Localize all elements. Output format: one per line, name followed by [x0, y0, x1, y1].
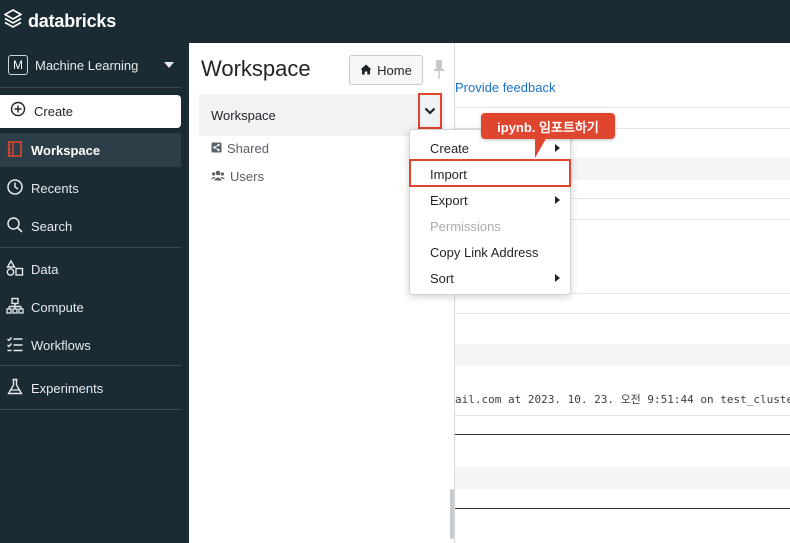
- caret-down-icon: [164, 62, 174, 68]
- menu-item-label: Create: [430, 140, 470, 156]
- sidebar: M Machine Learning Create Workspace Rece…: [0, 43, 189, 543]
- users-icon: [211, 169, 225, 184]
- submenu-arrow-icon: [555, 144, 560, 152]
- home-icon: [360, 63, 372, 78]
- data-icon: [6, 259, 24, 280]
- create-button[interactable]: Create: [0, 95, 181, 128]
- tree-item-users[interactable]: Users: [211, 169, 264, 184]
- sidebar-item-label: Compute: [31, 299, 84, 315]
- sidebar-item-compute[interactable]: Compute: [0, 290, 181, 324]
- persona-badge: M: [8, 55, 28, 75]
- sidebar-item-workflows[interactable]: Workflows: [0, 328, 181, 362]
- menu-item-label: Permissions: [430, 218, 501, 234]
- flask-icon: [6, 378, 24, 399]
- sidebar-item-search[interactable]: Search: [0, 209, 181, 243]
- annotation-callout: ipynb. 임포트하기: [481, 113, 615, 139]
- provide-feedback-link[interactable]: Provide feedback: [455, 80, 555, 95]
- sidebar-item-label: Search: [31, 218, 73, 234]
- home-button[interactable]: Home: [349, 55, 423, 85]
- create-button-label: Create: [34, 104, 74, 119]
- workspace-folder-row[interactable]: Workspace: [199, 94, 445, 136]
- chevron-down-icon: [424, 102, 436, 120]
- clock-icon: [6, 178, 24, 199]
- shared-folder-icon: [211, 141, 222, 156]
- menu-item-copy-link-address[interactable]: Copy Link Address: [410, 239, 570, 265]
- content-band: [455, 467, 790, 489]
- menu-item-label: Sort: [430, 270, 454, 286]
- command-run-info: ail.com at 2023. 10. 23. 오전 9:51:44 on t…: [455, 393, 790, 406]
- databricks-logo-icon: [3, 9, 23, 34]
- content-band: [455, 344, 790, 366]
- sidebar-divider: [0, 247, 181, 248]
- menu-item-label: Copy Link Address: [430, 244, 539, 260]
- sidebar-item-workspace[interactable]: Workspace: [0, 133, 181, 167]
- content-divider: [455, 415, 790, 416]
- plus-circle-icon: [10, 101, 26, 122]
- submenu-arrow-icon: [555, 196, 560, 204]
- pin-icon[interactable]: [433, 59, 445, 86]
- persona-label: Machine Learning: [35, 57, 139, 73]
- sidebar-item-label: Workspace: [31, 142, 101, 158]
- menu-item-export[interactable]: Export: [410, 187, 570, 213]
- sidebar-divider: [0, 365, 181, 366]
- persona-switcher[interactable]: M Machine Learning: [0, 43, 189, 87]
- menu-item-sort[interactable]: Sort: [410, 265, 570, 291]
- tree-item-shared[interactable]: Shared: [211, 141, 269, 156]
- compute-icon: [6, 297, 24, 318]
- databricks-logo[interactable]: databricks: [3, 9, 117, 34]
- home-button-label: Home: [377, 62, 412, 78]
- sidebar-item-label: Recents: [31, 180, 79, 196]
- cell-border: [455, 434, 790, 435]
- workspace-folder-label: Workspace: [211, 107, 276, 123]
- sidebar-divider: [0, 409, 181, 410]
- sidebar-item-label: Experiments: [31, 380, 104, 396]
- tree-item-label: Shared: [227, 141, 269, 156]
- menu-item-permissions: Permissions: [410, 213, 570, 239]
- menu-item-label: Export: [430, 192, 468, 208]
- callout-pointer-icon: [533, 137, 549, 164]
- search-icon: [6, 216, 24, 237]
- workflows-icon: [6, 335, 24, 356]
- workspace-icon: [6, 140, 24, 161]
- sidebar-item-experiments[interactable]: Experiments: [0, 371, 181, 405]
- tree-item-label: Users: [230, 169, 264, 184]
- folder-menu-button[interactable]: [418, 93, 442, 129]
- workspace-panel-title: Workspace: [201, 56, 311, 81]
- cell-border: [455, 508, 790, 509]
- submenu-arrow-icon: [555, 274, 560, 282]
- brand-name: databricks: [28, 11, 117, 31]
- content-divider: [455, 107, 790, 108]
- sidebar-item-recents[interactable]: Recents: [0, 171, 181, 205]
- sidebar-item-label: Data: [31, 261, 59, 277]
- panel-scrollbar[interactable]: [450, 489, 454, 539]
- sidebar-divider: [0, 87, 181, 88]
- sidebar-item-data[interactable]: Data: [0, 252, 181, 286]
- top-bar: databricks: [0, 0, 790, 43]
- content-divider: [455, 313, 790, 314]
- sidebar-item-label: Workflows: [31, 337, 91, 353]
